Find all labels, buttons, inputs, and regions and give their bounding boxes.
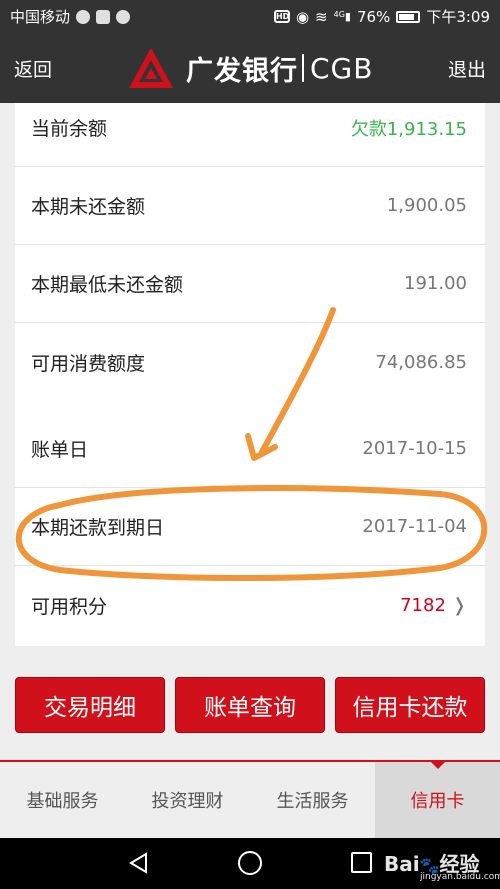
balance-row: 当前余额 欠款1,913.15 [15, 103, 485, 167]
points-label: 可用积分 [31, 595, 108, 618]
due-date-row: 本期还款到期日 2017-11-04 [15, 488, 485, 566]
transactions-button[interactable]: 交易明细 [15, 677, 165, 733]
current-balance-label: 当前余额 [31, 118, 108, 140]
due-date-label: 本期还款到期日 [31, 517, 165, 539]
bank-logo: 广发银行 CGB [128, 46, 373, 90]
bottom-tab-bar: 基础服务 投资理财 生活服务 信用卡 [0, 760, 500, 838]
alipay-icon [96, 9, 111, 24]
current-balance-value: 欠款1,913.15 [350, 118, 467, 140]
nav-home-icon[interactable] [238, 851, 262, 875]
clock: 下午3:09 [426, 8, 490, 26]
statement-date-row: 账单日 2017-10-15 [15, 410, 485, 488]
signal-icon: 4G▮ [333, 10, 351, 23]
app-header: 返回 广发银行 CGB 退出 [0, 33, 500, 103]
account-content[interactable]: 当前余额 欠款1,913.15 本期未还金额 1,900.05 本期最低未还金额… [0, 103, 500, 760]
wechat-icon [116, 9, 131, 24]
tab-investment[interactable]: 投资理财 [125, 762, 250, 838]
nav-back-icon[interactable] [128, 852, 150, 874]
status-bar: 中国移动 HD ◉ ≋ 4G▮ 76% 下午3:09 [0, 0, 500, 33]
unpaid-amount-label: 本期未还金额 [31, 196, 146, 218]
exit-button[interactable]: 退出 [448, 55, 486, 82]
tab-credit-card[interactable]: 信用卡 [375, 761, 500, 838]
chevron-right-icon: ❭ [451, 594, 467, 616]
repay-button[interactable]: 信用卡还款 [335, 677, 485, 733]
statement-date-value: 2017-10-15 [362, 438, 467, 459]
eye-icon: ◉ [295, 7, 310, 26]
due-date-value: 2017-11-04 [362, 516, 467, 537]
action-buttons: 交易明细 账单查询 信用卡还款 [15, 677, 485, 733]
points-row[interactable]: 可用积分 7182 ❭ [15, 566, 485, 644]
notification-icon [76, 9, 91, 24]
bank-name: 广发银行 [186, 55, 298, 87]
unpaid-amount-row: 本期未还金额 1,900.05 [15, 167, 485, 245]
cgb-logo-icon [129, 48, 173, 88]
points-value: 7182 [400, 594, 446, 616]
statements-button[interactable]: 账单查询 [175, 677, 325, 733]
minimum-payment-value: 191.00 [404, 273, 467, 294]
nav-recents-icon[interactable] [351, 852, 372, 873]
tab-basic-services[interactable]: 基础服务 [0, 762, 125, 838]
watermark-url: jingyan.baidu.com [420, 872, 500, 882]
statement-date-label: 账单日 [31, 439, 89, 461]
minimum-payment-row: 本期最低未还金额 191.00 [15, 245, 485, 323]
back-button[interactable]: 返回 [14, 55, 52, 82]
available-credit-label: 可用消费额度 [31, 352, 146, 375]
minimum-payment-label: 本期最低未还金额 [31, 274, 184, 296]
carrier-name: 中国移动 [10, 8, 71, 26]
bank-code: CGB [310, 51, 374, 85]
logo-divider [302, 54, 304, 82]
available-credit-row: 可用消费额度 74,086.85 [15, 323, 485, 401]
wifi-icon: ≋ [315, 7, 328, 26]
available-credit-value: 74,086.85 [375, 351, 467, 373]
battery-icon [396, 10, 421, 23]
system-nav-bar: Bai🐾经验 jingyan.baidu.com [0, 838, 500, 889]
tab-life-services[interactable]: 生活服务 [250, 762, 375, 838]
unpaid-amount-value: 1,900.05 [386, 195, 467, 216]
hd-icon: HD [273, 10, 290, 23]
statement-card: 账单日 2017-10-15 本期还款到期日 2017-11-04 可用积分 7… [15, 410, 485, 646]
battery-level: 76% [356, 7, 391, 26]
